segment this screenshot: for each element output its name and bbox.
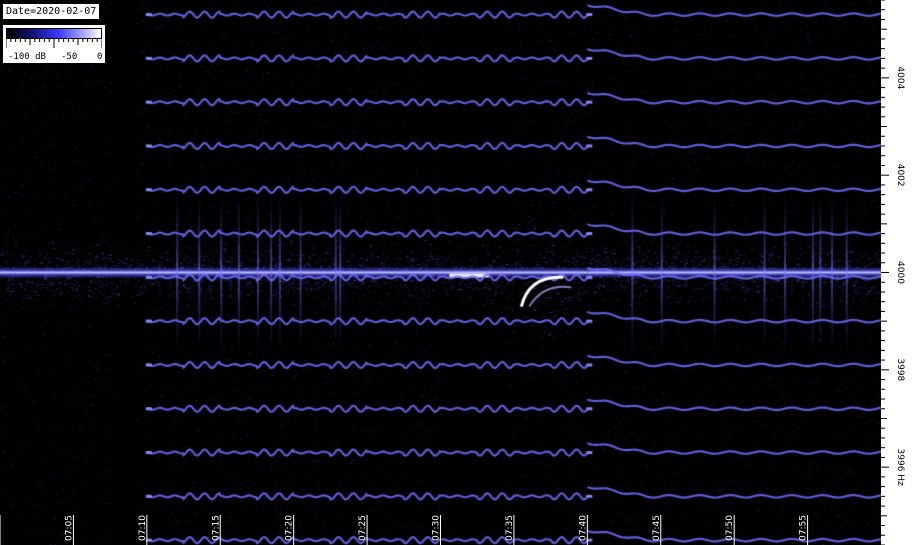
y-tick-label: 4004: [895, 66, 905, 89]
x-tick-label: 07:10: [138, 515, 148, 541]
x-tick-label: 07:50: [725, 515, 735, 541]
spectrogram-plot: 07:00 07:05 07:10 07:15 07:20 07:25 07:30 07:35…: [0, 0, 881, 545]
time-axis: 07:00 07:05 07:10 07:15 07:20 07:25 07:30 07:35…: [0, 515, 809, 545]
color-scale-legend: -100 dB -50 0: [2, 24, 106, 64]
x-tick-label: 07:00: [0, 515, 1, 541]
x-tick-label: 07:35: [505, 515, 515, 541]
legend-label-max: 0: [97, 52, 103, 62]
color-scale-ticks: [6, 39, 102, 48]
x-tick-label: 07:15: [211, 515, 221, 541]
x-tick-label: 07:25: [358, 515, 368, 541]
x-tick-label: 07:30: [432, 515, 442, 541]
y-tick-label: 4000: [895, 261, 905, 284]
y-tick-label: 3996 Hz: [895, 449, 905, 487]
x-tick-label: 07:20: [285, 515, 295, 541]
x-tick-label: 07:55: [799, 515, 809, 541]
legend-label-mid: -50: [61, 52, 78, 62]
y-tick-label: 3998: [895, 358, 905, 381]
x-tick-label: 07:40: [578, 515, 588, 541]
color-scale-bar: [6, 28, 102, 39]
x-tick-label: 07:45: [652, 515, 662, 541]
date-label: Date=2020-02-07: [2, 3, 101, 20]
x-tick-label: 07:05: [64, 515, 74, 541]
frequency-axis: 4004 4002 4000 3998 3996 Hz: [881, 0, 912, 545]
y-tick-label: 4002: [895, 164, 905, 187]
legend-label-min: -100 dB: [8, 52, 46, 62]
